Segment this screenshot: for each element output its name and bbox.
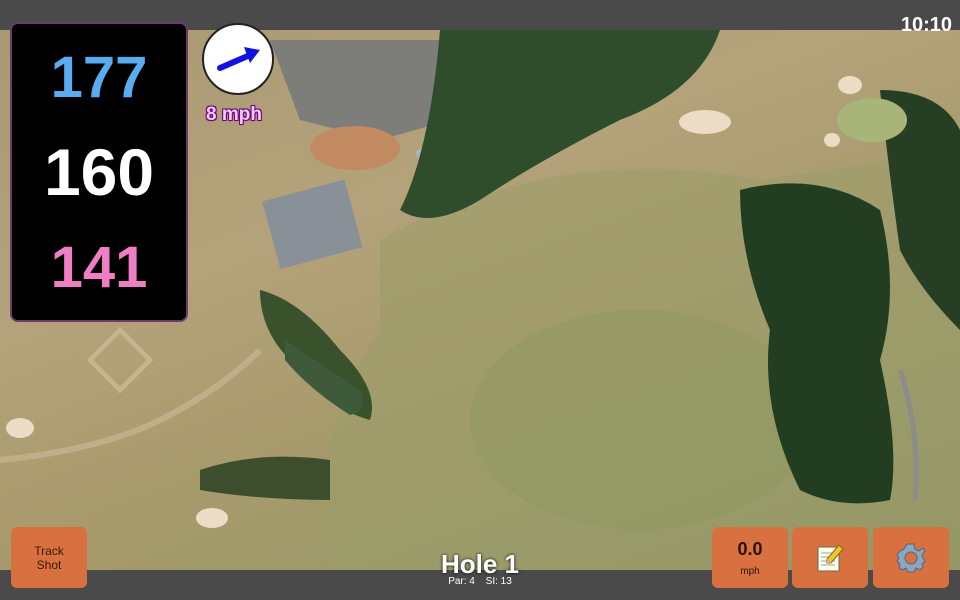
notepad-icon bbox=[817, 543, 844, 571]
settings-button[interactable] bbox=[873, 527, 949, 588]
track-shot-label-line1: Track bbox=[34, 543, 64, 558]
front-yardage: 141 bbox=[50, 235, 148, 300]
wind-indicator bbox=[202, 23, 274, 95]
speed-unit: mph bbox=[740, 565, 760, 577]
status-time: 10:10 bbox=[900, 14, 952, 36]
track-shot-button[interactable]: Track Shot bbox=[11, 527, 87, 588]
back-yardage: 177 bbox=[50, 45, 148, 110]
yardage-panel: 177 160 141 bbox=[10, 22, 188, 322]
middle-yardage: 160 bbox=[43, 135, 155, 209]
track-shot-label-line2: Shot bbox=[36, 557, 62, 572]
wind-speed-label: 8 mph bbox=[206, 104, 262, 125]
arrow-icon bbox=[217, 47, 260, 71]
gear-icon bbox=[896, 543, 926, 572]
notes-button[interactable] bbox=[792, 527, 868, 588]
speed-value: 0.0 bbox=[737, 538, 763, 559]
hole-par: Par: 4 bbox=[448, 576, 475, 587]
speed-button[interactable]: 0.0 mph bbox=[712, 527, 788, 588]
hole-stroke-index: SI: 13 bbox=[485, 576, 512, 587]
hole-info: Par: 4 SI: 13 bbox=[380, 576, 580, 587]
